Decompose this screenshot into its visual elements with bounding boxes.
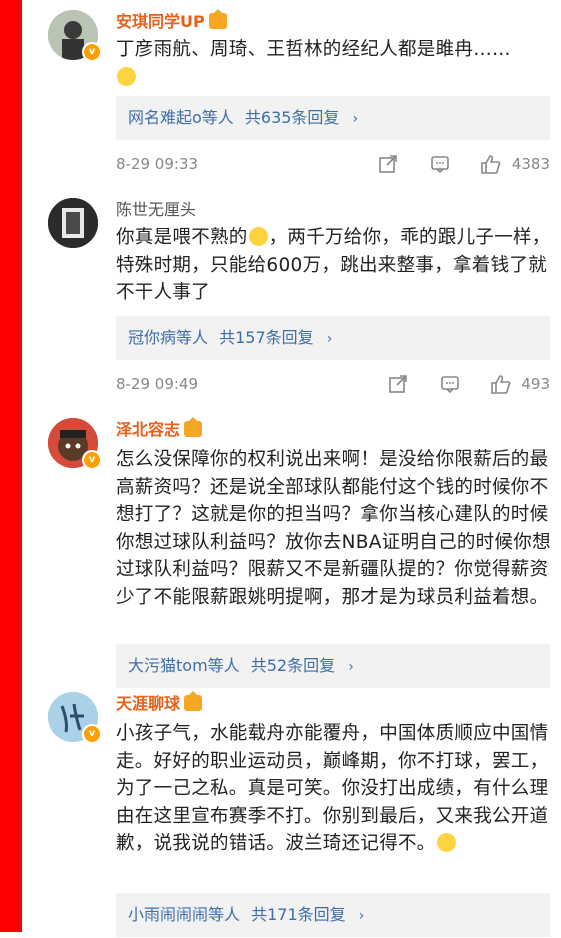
timestamp: 8-29 09:49 [116,375,199,393]
comment-text: 小孩子气，水能载舟亦能覆舟，中国体质顺应中国情走。好好的职业运动员，巅峰期，你不… [116,723,549,854]
timestamp: 8-29 09:33 [116,155,199,173]
crown-badge-icon [184,417,203,437]
comment-meta: 8-29 09:49 493 [116,372,550,396]
crown-badge-icon [208,9,227,29]
left-red-bar [0,0,22,932]
username[interactable]: 安琪同学UP [116,9,227,32]
like-count: 4383 [511,155,550,173]
share-icon[interactable] [388,374,408,394]
username[interactable]: 泽北容志 [116,417,203,440]
comment-meta: 8-29 09:33 4383 [116,152,550,176]
crown-badge-icon [184,691,203,711]
comment-text: 怎么没保障你的权利说出来啊！是没给你限薪后的最高薪资吗？还是说全部球队都能付这个… [116,449,551,608]
avatar[interactable] [48,198,98,248]
reply-summary[interactable]: 小雨闹闹闹等人 共171条回复 › [116,893,550,937]
verified-icon: v [82,724,102,744]
comment-icon[interactable] [430,154,450,174]
reply-summary[interactable]: 网名难起o等人 共635条回复 › [116,96,550,140]
verified-icon: v [82,450,102,470]
verified-icon: v [82,42,102,62]
reply-summary[interactable]: 冠你病等人 共157条回复 › [116,316,550,360]
like-icon[interactable] [480,154,502,174]
emoji-icon [248,227,268,246]
username[interactable]: 天涯聊球 [116,691,203,714]
comment-text: 丁彦雨航、周琦、王哲林的经纪人都是雎冉…… [116,36,546,91]
emoji-icon [117,66,136,86]
username[interactable]: 陈世无厘头 [116,200,196,220]
comment-text: 你真是喂不熟的 ，两千万给你，乖的跟儿子一样，特殊时期，只能给600万，跳出来整事… [116,227,551,303]
like-count: 493 [521,375,550,393]
reply-summary[interactable]: 大污猫tom等人 共52条回复 › [116,644,550,688]
share-icon[interactable] [378,154,398,174]
emoji-icon [436,833,456,852]
like-icon[interactable] [490,374,512,394]
comment-icon[interactable] [440,374,460,394]
